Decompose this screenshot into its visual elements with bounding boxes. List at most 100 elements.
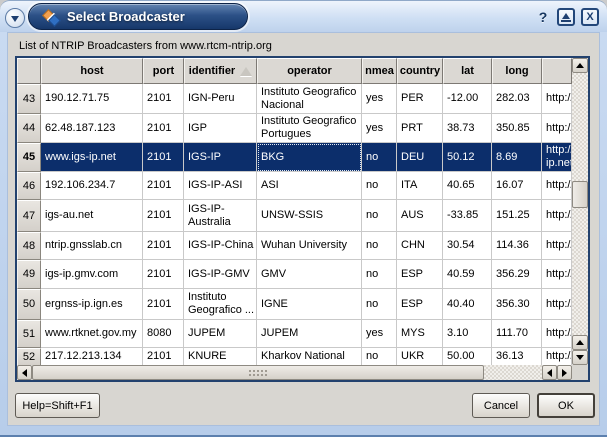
cell-long[interactable]: 8.69	[492, 143, 542, 172]
cell-port[interactable]: 2101	[143, 348, 184, 365]
cell-lat[interactable]: 3.10	[443, 320, 492, 348]
cell-port[interactable]: 2101	[143, 232, 184, 260]
cell-host[interactable]: 192.106.234.7	[41, 172, 143, 200]
cell-operator[interactable]: Wuhan University	[257, 232, 362, 260]
cell-identifier[interactable]: IGS-IP-GMV	[184, 260, 257, 289]
help-shortcut-button[interactable]: Help=Shift+F1	[15, 393, 100, 418]
cell-url[interactable]: http://w	[542, 320, 572, 348]
cell-host[interactable]: 190.12.71.75	[41, 84, 143, 114]
cancel-button[interactable]: Cancel	[472, 393, 530, 418]
cell-identifier[interactable]: Instituto Geografico ...	[184, 289, 257, 320]
cell-nmea[interactable]: no	[362, 232, 397, 260]
column-header-lat[interactable]: lat	[443, 58, 492, 84]
cell-nmea[interactable]: no	[362, 260, 397, 289]
cell-num[interactable]: 43	[17, 84, 41, 114]
cell-host[interactable]: 62.48.187.123	[41, 114, 143, 143]
cell-num[interactable]: 46	[17, 172, 41, 200]
cell-num[interactable]: 45	[17, 143, 41, 172]
cell-identifier[interactable]: IGS-IP-China	[184, 232, 257, 260]
cell-lat[interactable]: 50.12	[443, 143, 492, 172]
cell-country[interactable]: ITA	[397, 172, 443, 200]
cell-country[interactable]: PER	[397, 84, 443, 114]
cell-lat[interactable]: 30.54	[443, 232, 492, 260]
column-header-nmea[interactable]: nmea	[362, 58, 397, 84]
cell-long[interactable]: 114.36	[492, 232, 542, 260]
cell-long[interactable]: 356.29	[492, 260, 542, 289]
column-header-host[interactable]: host	[41, 58, 143, 84]
cell-url[interactable]: http://w	[542, 289, 572, 320]
cell-url[interactable]: http://w ip.net/	[542, 143, 572, 172]
cell-identifier[interactable]: IGP	[184, 114, 257, 143]
table-row-48[interactable]: 48ntrip.gnsslab.cn2101IGS-IP-ChinaWuhan …	[17, 232, 572, 260]
window-menu-button[interactable]	[5, 8, 25, 28]
close-button[interactable]: X	[581, 8, 599, 26]
column-header-country[interactable]: country	[397, 58, 443, 84]
cell-nmea[interactable]: yes	[362, 114, 397, 143]
cell-port[interactable]: 2101	[143, 84, 184, 114]
column-header-operator[interactable]: operator	[257, 58, 362, 84]
cell-lat[interactable]: 40.59	[443, 260, 492, 289]
cell-operator[interactable]: Kharkov National	[257, 348, 362, 365]
scroll-left-button-2[interactable]	[542, 365, 557, 380]
cell-host[interactable]: ntrip.gnsslab.cn	[41, 232, 143, 260]
cell-host[interactable]: ergnss-ip.ign.es	[41, 289, 143, 320]
cell-operator[interactable]: Instituto Geografico Nacional	[257, 84, 362, 114]
scroll-left-button[interactable]	[17, 365, 32, 380]
cell-port[interactable]: 2101	[143, 200, 184, 232]
cell-num[interactable]: 47	[17, 200, 41, 232]
cell-url[interactable]: http://w	[542, 200, 572, 232]
cell-host[interactable]: 217.12.213.134	[41, 348, 143, 365]
cell-nmea[interactable]: no	[362, 172, 397, 200]
cell-operator[interactable]: GMV	[257, 260, 362, 289]
cell-port[interactable]: 2101	[143, 260, 184, 289]
cell-country[interactable]: PRT	[397, 114, 443, 143]
cell-url[interactable]: http://r	[542, 232, 572, 260]
table-row-47[interactable]: 47igs-au.net2101IGS-IP-AustraliaUNSW-SSI…	[17, 200, 572, 232]
table-row-52[interactable]: 52217.12.213.1342101KNUREKharkov Nationa…	[17, 348, 572, 365]
column-header-identifier[interactable]: identifier	[184, 58, 257, 84]
column-header-url[interactable]	[542, 58, 572, 84]
column-header-port[interactable]: port	[143, 58, 184, 84]
vertical-scrollbar[interactable]	[572, 58, 588, 365]
cell-long[interactable]: 356.30	[492, 289, 542, 320]
cell-url[interactable]: http://w	[542, 348, 572, 365]
cell-url[interactable]: http://w	[542, 114, 572, 143]
table-row-44[interactable]: 4462.48.187.1232101IGPInstituto Geografi…	[17, 114, 572, 143]
column-header-num[interactable]	[17, 58, 41, 84]
cell-operator[interactable]: ASI	[257, 172, 362, 200]
table-row-45[interactable]: 45www.igs-ip.net2101IGS-IPBKGnoDEU50.128…	[17, 143, 572, 172]
cell-nmea[interactable]: yes	[362, 84, 397, 114]
cell-identifier[interactable]: IGN-Peru	[184, 84, 257, 114]
cell-port[interactable]: 8080	[143, 320, 184, 348]
table-row-51[interactable]: 51www.rtknet.gov.my8080JUPEMJUPEMyesMYS3…	[17, 320, 572, 348]
cell-country[interactable]: UKR	[397, 348, 443, 365]
cell-operator[interactable]: Instituto Geografico Portugues	[257, 114, 362, 143]
cell-operator[interactable]: IGNE	[257, 289, 362, 320]
scroll-right-button[interactable]	[557, 365, 572, 380]
cell-port[interactable]: 2101	[143, 289, 184, 320]
cell-url[interactable]: http://w	[542, 172, 572, 200]
horizontal-scroll-thumb[interactable]	[32, 365, 484, 380]
column-header-long[interactable]: long	[492, 58, 542, 84]
cell-long[interactable]: 151.25	[492, 200, 542, 232]
cell-host[interactable]: igs-au.net	[41, 200, 143, 232]
cell-long[interactable]: 16.07	[492, 172, 542, 200]
table-row-49[interactable]: 49igs-ip.gmv.com2101IGS-IP-GMVGMVnoESP40…	[17, 260, 572, 289]
cell-host[interactable]: igs-ip.gmv.com	[41, 260, 143, 289]
cell-identifier[interactable]: KNURE	[184, 348, 257, 365]
cell-port[interactable]: 2101	[143, 172, 184, 200]
cell-operator[interactable]: JUPEM	[257, 320, 362, 348]
cell-operator[interactable]: UNSW-SSIS	[257, 200, 362, 232]
cell-long[interactable]: 36.13	[492, 348, 542, 365]
table-row-50[interactable]: 50ergnss-ip.ign.es2101Instituto Geografi…	[17, 289, 572, 320]
cell-lat[interactable]: 38.73	[443, 114, 492, 143]
cell-lat[interactable]: 40.40	[443, 289, 492, 320]
cell-country[interactable]: ESP	[397, 260, 443, 289]
cell-nmea[interactable]: no	[362, 200, 397, 232]
scroll-up-button[interactable]	[572, 58, 588, 73]
cell-nmea[interactable]: yes	[362, 320, 397, 348]
cell-port[interactable]: 2101	[143, 114, 184, 143]
cell-country[interactable]: AUS	[397, 200, 443, 232]
cell-host[interactable]: www.rtknet.gov.my	[41, 320, 143, 348]
cell-country[interactable]: CHN	[397, 232, 443, 260]
